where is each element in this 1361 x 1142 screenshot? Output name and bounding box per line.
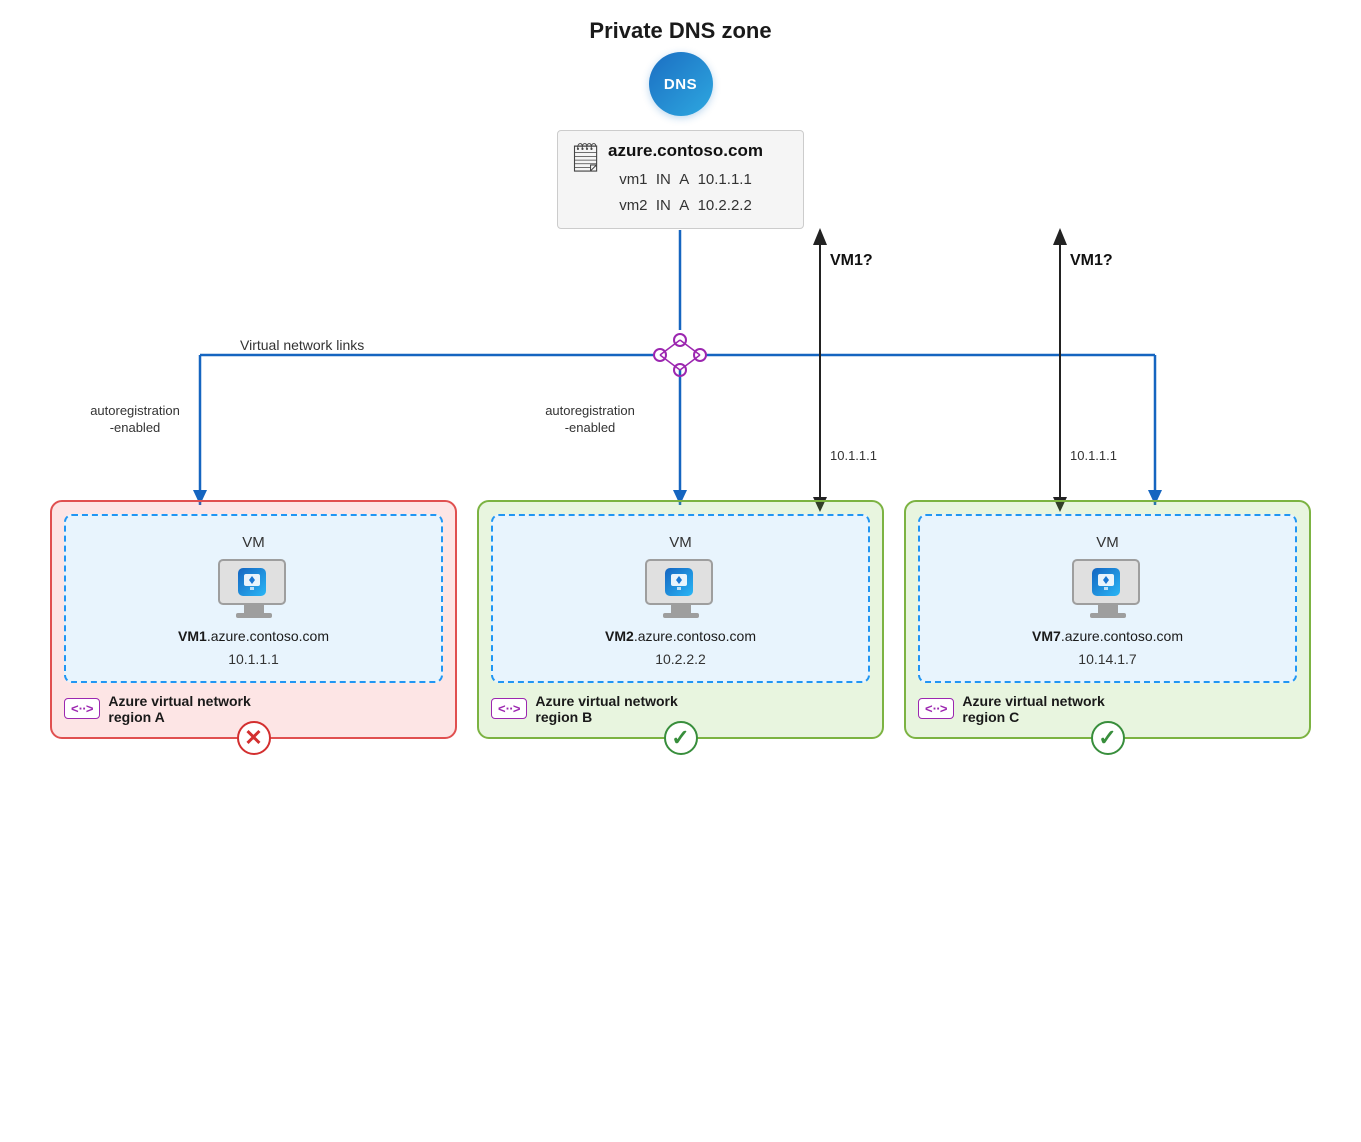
svg-text:VM1?: VM1? — [830, 252, 873, 269]
region-c-vm-label: VM — [1096, 534, 1119, 551]
region-c-vm-ip: 10.14.1.7 — [1078, 651, 1136, 667]
regions-row: VM VM1.azure.contoso.com 10.1.1.1 <∙∙> — [50, 500, 1311, 739]
region-a-cube-icon — [233, 563, 271, 601]
region-b-vm-ip: 10.2.2.2 — [655, 651, 706, 667]
svg-text:autoregistration: autoregistration — [545, 403, 635, 418]
page-title: Private DNS zone — [589, 18, 771, 44]
region-a-vm-label: VM — [242, 534, 265, 551]
region-b-vnet-badge: <∙∙> — [491, 698, 527, 719]
svg-text:-enabled: -enabled — [110, 420, 161, 435]
region-b-vm-label: VM — [669, 534, 692, 551]
dns-domain: azure.contoso.com — [608, 141, 763, 161]
document-icon: 🗒 — [568, 141, 604, 174]
region-b-inner: VM VM2.azure.contoso.com 10.2.2.2 — [491, 514, 870, 683]
dns-record-box: 🗒 azure.contoso.com vm1 IN A 10.1.1.1 vm… — [557, 130, 804, 229]
region-c-vm-name: VM7.azure.contoso.com — [1032, 627, 1183, 647]
region-a-vnet-badge: <∙∙> — [64, 698, 100, 719]
svg-text:10.1.1.1: 10.1.1.1 — [830, 448, 877, 463]
svg-text:-enabled: -enabled — [565, 420, 616, 435]
region-a-vm-ip: 10.1.1.1 — [228, 651, 279, 667]
region-c-inner: VM VM7.azure.contoso.com 10.14.1.7 — [918, 514, 1297, 683]
region-a-outer: VM VM1.azure.contoso.com 10.1.1.1 <∙∙> — [50, 500, 457, 739]
region-a-vm-icon — [218, 559, 290, 615]
region-b-cube-icon — [660, 563, 698, 601]
region-b-vm-icon — [645, 559, 717, 615]
svg-text:autoregistration: autoregistration — [90, 403, 180, 418]
region-a-label: Azure virtual networkregion A — [108, 693, 250, 725]
region-c-cube-icon — [1087, 563, 1125, 601]
dns-record-1: vm1 IN A 10.1.1.1 — [608, 167, 763, 193]
region-b-status: ✓ — [664, 721, 698, 755]
svg-text:Virtual network links: Virtual network links — [240, 337, 364, 353]
region-b-vm-name: VM2.azure.contoso.com — [605, 627, 756, 647]
region-a-inner: VM VM1.azure.contoso.com 10.1.1.1 — [64, 514, 443, 683]
region-b-outer: VM VM2.azure.contoso.com 10.2.2.2 <∙∙> — [477, 500, 884, 739]
svg-text:VM1?: VM1? — [1070, 252, 1113, 269]
region-a-status: ✕ — [237, 721, 271, 755]
region-c-status: ✓ — [1091, 721, 1125, 755]
region-c-label: Azure virtual networkregion C — [962, 693, 1104, 725]
dns-record-2: vm2 IN A 10.2.2.2 — [608, 193, 763, 219]
dns-icon: DNS — [649, 52, 713, 116]
region-c-vm-icon — [1072, 559, 1144, 615]
diagram-container: Private DNS zone DNS 🗒 azure.contoso.com… — [0, 0, 1361, 1142]
svg-text:10.1.1.1: 10.1.1.1 — [1070, 448, 1117, 463]
region-a-vm-name: VM1.azure.contoso.com — [178, 627, 329, 647]
region-c-vnet-badge: <∙∙> — [918, 698, 954, 719]
region-c-outer: VM VM7.azure.contoso.com 10.14.1.7 <∙∙> — [904, 500, 1311, 739]
region-b-label: Azure virtual networkregion B — [535, 693, 677, 725]
